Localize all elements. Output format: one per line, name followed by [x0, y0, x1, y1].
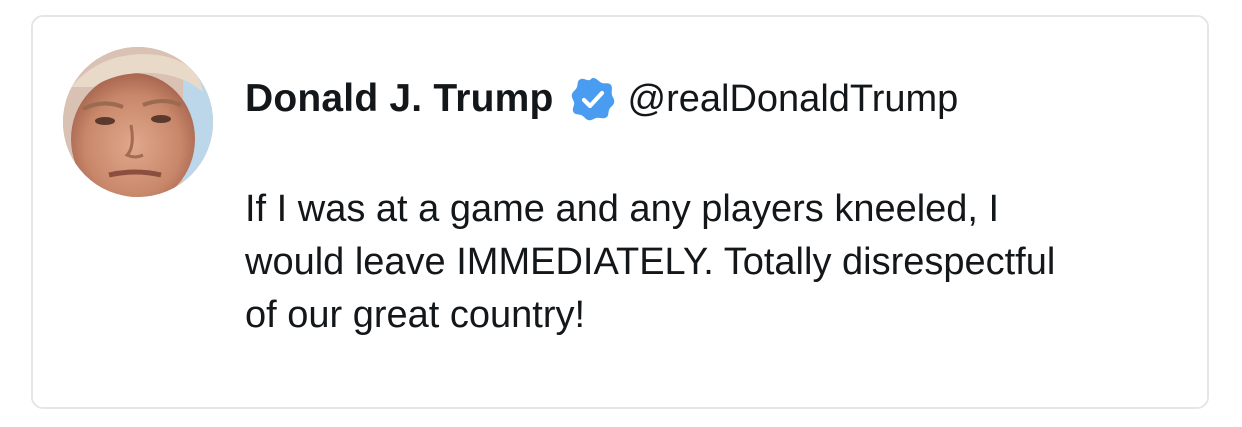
- verified-badge-icon: [570, 76, 616, 122]
- author-display-name[interactable]: Donald J. Trump: [245, 77, 554, 121]
- tweet-text-line: of our great country!: [245, 294, 586, 336]
- avatar-image: [63, 47, 213, 197]
- author-handle[interactable]: @realDonaldTrump: [628, 78, 959, 121]
- tweet-card: Donald J. Trump @realDonaldTrump If I wa…: [31, 15, 1209, 409]
- tweet-text-line: If I was at a game and any players kneel…: [245, 188, 1000, 230]
- tweet-text-line: would leave IMMEDIATELY. Totally disresp…: [245, 241, 1056, 283]
- tweet-text: If I was at a game and any players kneel…: [245, 183, 1185, 342]
- avatar[interactable]: [63, 47, 213, 197]
- tweet-header: Donald J. Trump @realDonaldTrump: [245, 69, 958, 129]
